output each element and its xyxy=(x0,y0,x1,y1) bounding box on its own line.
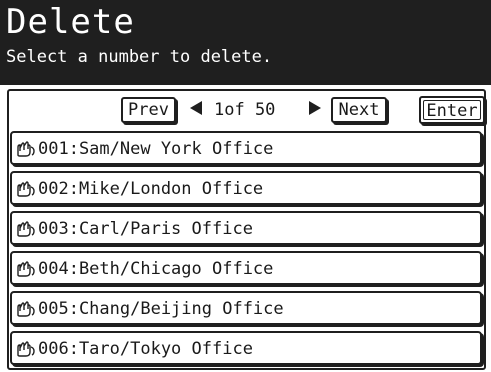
list-item[interactable]: 002:Mike/London Office xyxy=(10,171,482,205)
list-item[interactable]: 004:Beth/Chicago Office xyxy=(10,251,482,285)
list-item-label: 004:Beth/Chicago Office xyxy=(38,259,274,279)
page-indicator: 1of 50 xyxy=(214,100,276,120)
phonebook-hand-icon xyxy=(17,221,35,237)
phonebook-hand-icon xyxy=(17,261,35,277)
list-item[interactable]: 001:Sam/New York Office xyxy=(10,131,482,165)
list-item-label: 002:Mike/London Office xyxy=(38,179,264,199)
enter-button[interactable]: Enter xyxy=(419,96,485,124)
prev-button[interactable]: Prev xyxy=(121,97,176,123)
right-arrow-icon xyxy=(309,101,321,115)
next-button[interactable]: Next xyxy=(331,97,387,123)
entry-list-panel: Prev 1of 50 Next Enter 001:Sam/New York … xyxy=(7,89,486,370)
enter-button-label: Enter xyxy=(423,100,481,121)
left-arrow-icon xyxy=(190,101,202,115)
list-item-label: 003:Carl/Paris Office xyxy=(38,219,253,239)
phonebook-hand-icon xyxy=(17,341,35,357)
list-item[interactable]: 003:Carl/Paris Office xyxy=(10,211,482,245)
list-item-label: 001:Sam/New York Office xyxy=(38,139,274,159)
phonebook-hand-icon xyxy=(17,181,35,197)
header-bar: Delete Select a number to delete. xyxy=(0,0,491,85)
phonebook-hand-icon xyxy=(17,141,35,157)
phonebook-hand-icon xyxy=(17,301,35,317)
list-item-label: 006:Taro/Tokyo Office xyxy=(38,339,253,359)
list-item-label: 005:Chang/Beijing Office xyxy=(38,299,284,319)
list-item[interactable]: 006:Taro/Tokyo Office xyxy=(10,331,482,365)
page-title: Delete xyxy=(6,2,135,42)
pagination-bar: Prev 1of 50 Next Enter xyxy=(9,91,485,127)
page-subtitle: Select a number to delete. xyxy=(6,47,273,67)
list-item[interactable]: 005:Chang/Beijing Office xyxy=(10,291,482,325)
